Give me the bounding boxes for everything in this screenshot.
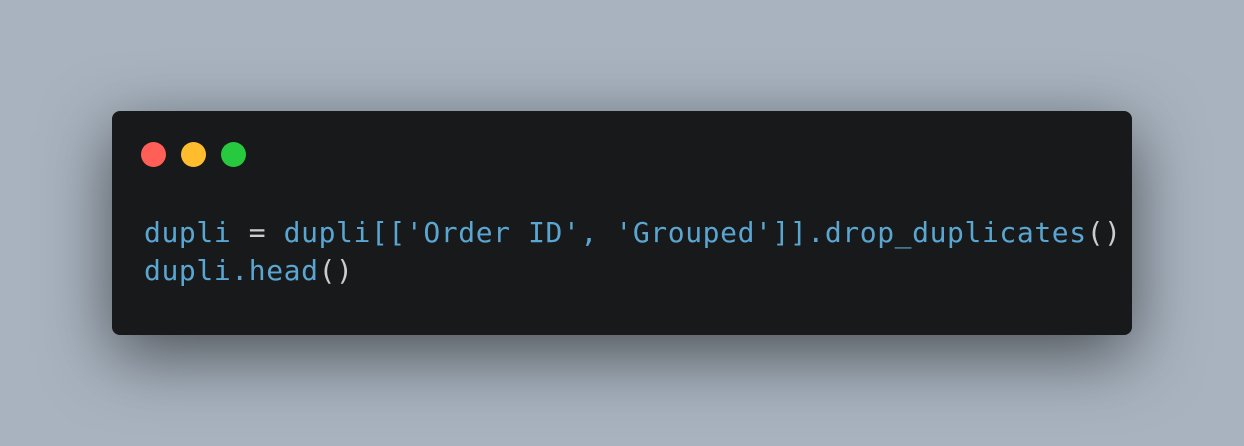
zoom-button[interactable]: [221, 142, 246, 167]
close-button[interactable]: [141, 142, 166, 167]
code-line-2: dupli.head(): [144, 252, 1122, 290]
expression-token: dupli[['Order ID', 'Grouped']].drop_dupl…: [283, 216, 1087, 249]
expression-token: dupli.head: [144, 254, 319, 287]
call-parens-token: (): [318, 254, 354, 287]
call-parens-token: (): [1086, 216, 1122, 249]
assign-token: =: [231, 216, 284, 249]
code-block: dupli = dupli[['Order ID', 'Grouped']].d…: [144, 214, 1122, 290]
minimize-button[interactable]: [181, 142, 206, 167]
variable-token: dupli: [144, 216, 232, 249]
code-line-1: dupli = dupli[['Order ID', 'Grouped']].d…: [144, 214, 1122, 252]
code-window: dupli = dupli[['Order ID', 'Grouped']].d…: [112, 111, 1132, 335]
